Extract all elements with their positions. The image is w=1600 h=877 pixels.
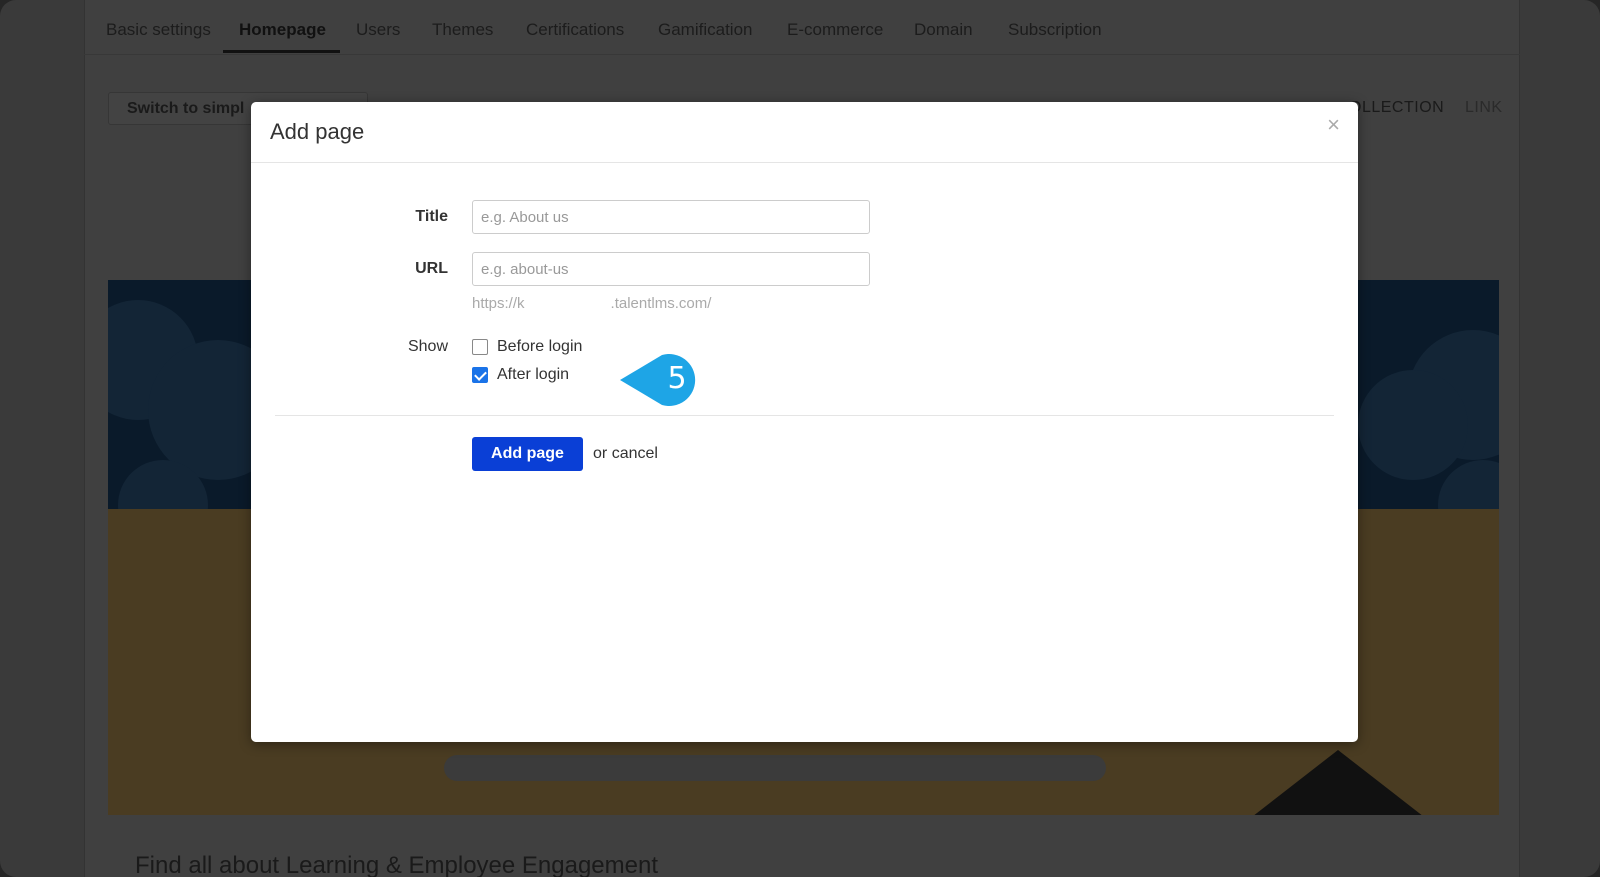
show-label: Show <box>407 338 448 355</box>
collection-link[interactable]: OLLECTION <box>1349 99 1444 117</box>
url-prefix: https://k <box>472 295 525 312</box>
url-label: URL <box>415 260 448 277</box>
after-login-label: After login <box>497 366 570 383</box>
close-icon[interactable]: × <box>1327 114 1340 136</box>
url-suffix: .talentlms.com/ <box>610 295 712 312</box>
cancel-prefix: or <box>593 445 608 462</box>
after-login-option[interactable]: After login <box>472 366 569 384</box>
cancel-text: or cancel <box>593 445 658 463</box>
tab-themes[interactable]: Themes <box>432 20 493 40</box>
tab-subscription[interactable]: Subscription <box>1008 20 1102 40</box>
tab-users[interactable]: Users <box>356 20 400 40</box>
form-divider <box>275 415 1334 416</box>
homepage-heading: Find all about Learning & Employee Engag… <box>135 852 659 877</box>
tab-gamification[interactable]: Gamification <box>658 20 752 40</box>
cancel-link[interactable]: cancel <box>612 445 658 462</box>
tab-homepage[interactable]: Homepage <box>239 20 326 40</box>
modal-title: Add page <box>270 119 365 144</box>
before-login-checkbox[interactable] <box>472 339 488 355</box>
link-link[interactable]: LINK <box>1465 99 1503 117</box>
add-page-button[interactable]: Add page <box>472 437 583 471</box>
tab-e-commerce[interactable]: E-commerce <box>787 20 883 40</box>
tab-domain[interactable]: Domain <box>914 20 973 40</box>
tab-certifications[interactable]: Certifications <box>526 20 624 40</box>
url-input[interactable] <box>472 252 870 286</box>
active-tab-indicator <box>223 50 340 53</box>
before-login-option[interactable]: Before login <box>472 338 582 356</box>
app-frame: Basic settings Homepage Users Themes Cer… <box>0 0 1600 877</box>
tab-basic-settings[interactable]: Basic settings <box>106 20 211 40</box>
hero-search-bar <box>444 755 1106 781</box>
before-login-label: Before login <box>497 338 583 355</box>
after-login-checkbox[interactable] <box>472 367 488 383</box>
modal-header: Add page × <box>251 102 1358 163</box>
settings-tabs: Basic settings Homepage Users Themes Cer… <box>84 0 1520 55</box>
switch-to-simple-label: Switch to simpl <box>127 100 245 117</box>
title-input[interactable] <box>472 200 870 234</box>
hero-shape <box>1248 750 1428 815</box>
title-label: Title <box>415 208 448 225</box>
add-page-modal: Add page × Title URL https://k .talentlms… <box>251 102 1358 742</box>
step-number: 5 <box>667 361 687 396</box>
hero-cloud <box>1358 370 1468 480</box>
url-preview: https://k .talentlms.com/ <box>472 295 711 312</box>
